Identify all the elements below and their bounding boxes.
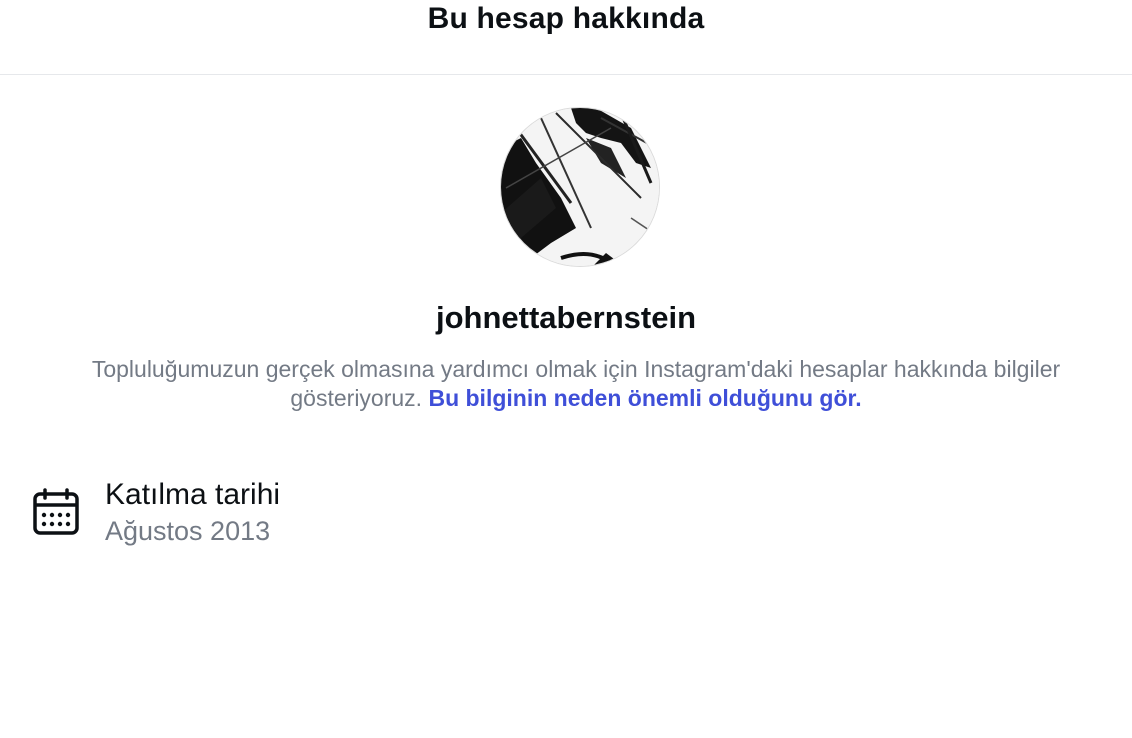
profile-username: johnettabernstein xyxy=(435,300,697,335)
avatar-image xyxy=(501,108,659,266)
page-title: Bu hesap hakkında xyxy=(427,2,705,35)
joined-date-row: Katılma tarihi Ağustos 2013 xyxy=(32,478,732,550)
page-header: Bu hesap hakkında xyxy=(0,0,1132,75)
calendar-icon xyxy=(33,488,79,535)
profile-avatar[interactable] xyxy=(500,107,660,267)
learn-more-link[interactable]: Bu bilginin neden önemli olduğunu gör. xyxy=(428,385,861,411)
profile-description: Topluluğumuzun gerçek olmasına yardımcı … xyxy=(66,355,1086,413)
joined-label: Katılma tarihi xyxy=(105,478,281,511)
joined-value: Ağustos 2013 xyxy=(105,516,271,546)
